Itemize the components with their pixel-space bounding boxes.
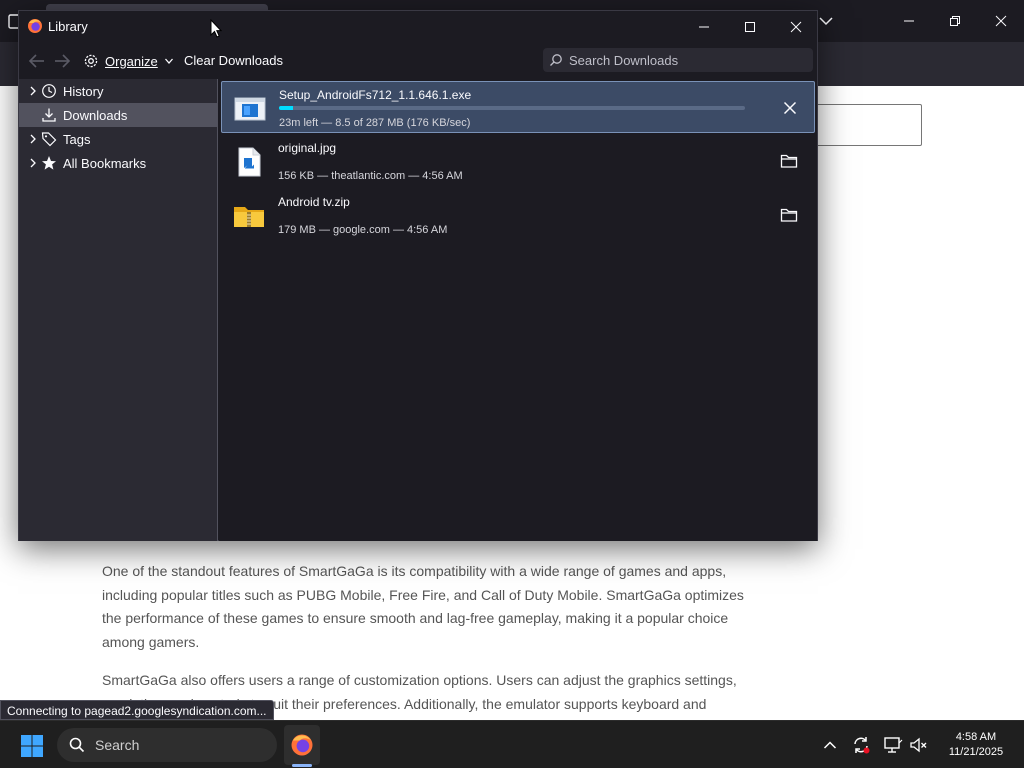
download-status: 179 MB — google.com — 4:56 AM <box>278 224 448 236</box>
library-toolbar: Organize Clear Downloads <box>19 43 817 79</box>
taskbar-clock[interactable]: 4:58 AM 11/21/2025 <box>938 730 1014 760</box>
sidebar-item-history[interactable]: History <box>19 79 218 103</box>
taskbar-search-box[interactable]: Search <box>57 728 277 762</box>
firefox-logo-icon <box>28 19 42 33</box>
star-icon <box>41 155 57 171</box>
library-window: Library Organize Clear Downloads History <box>18 10 818 541</box>
gear-icon <box>84 54 98 68</box>
download-filename: Android tv.zip <box>278 195 350 209</box>
show-in-folder-button[interactable] <box>777 203 801 227</box>
organize-button[interactable]: Organize <box>83 49 174 73</box>
download-item[interactable]: original.jpg 156 KB — theatlantic.com — … <box>221 135 815 187</box>
tag-icon <box>41 131 57 147</box>
expand-arrow-icon[interactable] <box>27 134 39 144</box>
sidebar-item-label: History <box>63 83 104 99</box>
network-icon <box>884 737 903 753</box>
browser-minimize-button[interactable] <box>886 8 932 34</box>
sidebar-item-all-bookmarks[interactable]: All Bookmarks <box>19 151 218 175</box>
download-item[interactable]: Setup_AndroidFs712_1.1.646.1.exe 23m lef… <box>221 81 815 133</box>
search-icon <box>550 54 562 66</box>
firefox-logo-icon <box>291 734 313 756</box>
library-titlebar[interactable]: Library <box>19 11 817 43</box>
sidebar-item-downloads[interactable]: Downloads <box>19 103 218 127</box>
folder-icon <box>780 154 798 168</box>
clock-icon <box>41 83 57 99</box>
speaker-muted-icon <box>910 737 927 753</box>
download-item[interactable]: Android tv.zip 179 MB — google.com — 4:5… <box>221 189 815 241</box>
taskbar-firefox-button[interactable] <box>284 725 320 765</box>
download-status: 156 KB — theatlantic.com — 4:56 AM <box>278 170 463 182</box>
minimize-icon <box>699 26 709 28</box>
cancel-icon <box>783 101 797 115</box>
expand-arrow-icon[interactable] <box>27 86 39 96</box>
running-app-indicator <box>292 764 312 767</box>
maximize-icon <box>745 22 755 32</box>
back-arrow-icon[interactable] <box>27 51 47 71</box>
library-minimize-button[interactable] <box>681 11 727 43</box>
download-progress-bar <box>279 106 745 110</box>
sidebar-item-label: Tags <box>63 131 91 147</box>
sidebar-item-label: Downloads <box>63 107 128 123</box>
show-hidden-icons-button[interactable] <box>820 735 840 755</box>
browser-restore-button[interactable] <box>932 8 978 34</box>
search-downloads-field[interactable] <box>543 48 813 72</box>
library-maximize-button[interactable] <box>727 11 773 43</box>
download-icon <box>41 107 57 123</box>
mouse-cursor-icon <box>210 19 222 38</box>
taskbar: Search 4:58 AM 11/21/2025 <box>0 720 1024 768</box>
folder-icon <box>780 208 798 222</box>
downloads-list: Setup_AndroidFs712_1.1.646.1.exe 23m lef… <box>219 79 817 541</box>
library-sidebar: History Downloads Tags All Bookmarks <box>19 79 218 541</box>
windows-start-icon[interactable] <box>20 734 44 758</box>
sidebar-item-tags[interactable]: Tags <box>19 127 218 151</box>
search-icon <box>69 737 85 753</box>
volume-tray-button[interactable] <box>909 735 929 755</box>
clock-date: 11/21/2025 <box>948 746 1004 758</box>
article-paragraph: One of the standout features of SmartGaG… <box>102 563 744 650</box>
library-title: Library <box>48 19 88 34</box>
download-filename: Setup_AndroidFs712_1.1.646.1.exe <box>279 88 472 102</box>
clock-time: 4:58 AM <box>955 731 997 743</box>
download-status: 23m left — 8.5 of 287 MB (176 KB/sec) <box>279 117 471 129</box>
image-file-icon <box>238 147 261 177</box>
page-search-input[interactable] <box>800 104 922 146</box>
sync-tray-button[interactable] <box>851 735 871 755</box>
organize-label: Organize <box>105 53 158 69</box>
clear-downloads-button[interactable]: Clear Downloads <box>184 53 283 68</box>
taskbar-search-label: Search <box>95 737 140 753</box>
close-icon <box>995 15 1007 27</box>
chevron-down-icon[interactable] <box>816 13 836 29</box>
zip-folder-icon <box>234 207 264 227</box>
restore-icon <box>950 16 960 26</box>
show-in-folder-button[interactable] <box>777 149 801 173</box>
status-bar: Connecting to pagead2.googlesyndication.… <box>0 700 274 720</box>
network-tray-button[interactable] <box>883 735 903 755</box>
sidebar-item-label: All Bookmarks <box>63 155 147 171</box>
close-icon <box>790 21 802 33</box>
search-downloads-input[interactable] <box>569 52 809 68</box>
chevron-up-icon <box>823 741 837 749</box>
installer-icon <box>234 97 266 121</box>
forward-arrow-icon[interactable] <box>52 51 72 71</box>
download-filename: original.jpg <box>278 141 337 155</box>
library-close-button[interactable] <box>773 11 819 43</box>
chevron-down-icon <box>164 58 173 64</box>
expand-arrow-icon[interactable] <box>27 158 39 168</box>
download-progress-fill <box>279 106 293 110</box>
cancel-download-button[interactable] <box>778 96 802 120</box>
browser-close-button[interactable] <box>978 8 1024 34</box>
minimize-icon <box>904 20 914 22</box>
sync-icon <box>854 737 870 754</box>
